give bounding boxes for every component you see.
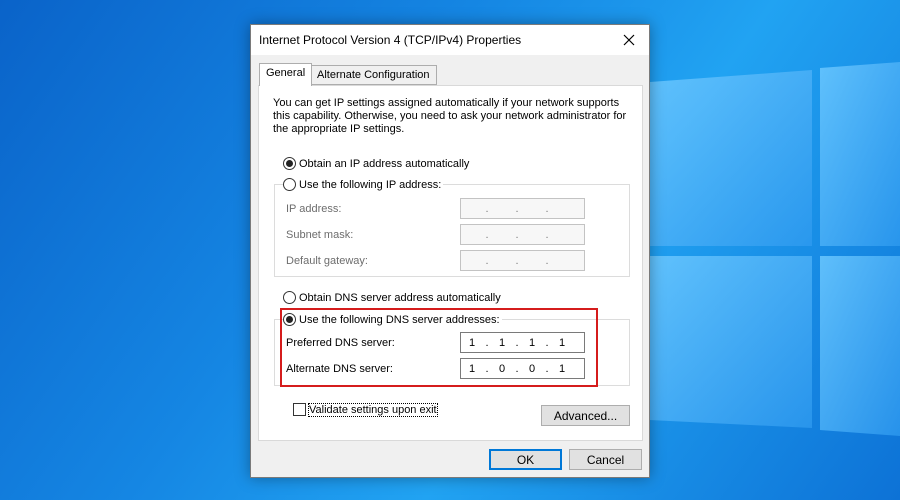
obtain-ip-auto-label: Obtain an IP address automatically — [299, 157, 470, 170]
tab-general[interactable]: General — [259, 63, 313, 86]
checkbox-indicator — [293, 403, 306, 416]
ip-address-label: IP address: — [286, 203, 342, 215]
advanced-button[interactable]: Advanced... — [541, 405, 630, 426]
alternate-dns-octet-3: 0 — [528, 362, 536, 375]
radio-selected-indicator — [283, 157, 296, 170]
tab-general-label: General — [266, 67, 306, 79]
preferred-dns-input[interactable]: 1.1.1.1 — [460, 332, 585, 353]
preferred-dns-octet-1: 1 — [468, 336, 476, 349]
validate-settings-label: Validate settings upon exit — [308, 402, 438, 417]
preferred-dns-octet-3: 1 — [528, 336, 536, 349]
title-bar[interactable]: Internet Protocol Version 4 (TCP/IPv4) P… — [251, 25, 649, 55]
subnet-mask-label: Subnet mask: — [286, 229, 354, 241]
advanced-button-label: Advanced... — [553, 408, 618, 423]
default-gateway-label: Default gateway: — [286, 255, 368, 267]
radio-unselected-indicator — [283, 291, 296, 304]
radio-unselected-indicator — [283, 178, 296, 191]
preferred-dns-label: Preferred DNS server: — [286, 337, 395, 349]
subnet-mask-input: ... — [460, 224, 585, 245]
close-icon — [623, 34, 635, 46]
default-gateway-input: ... — [460, 250, 585, 271]
use-following-ip-radio[interactable]: Use the following IP address: — [283, 178, 444, 191]
tcpip-properties-dialog: Internet Protocol Version 4 (TCP/IPv4) P… — [250, 24, 650, 478]
cancel-button[interactable]: Cancel — [569, 449, 642, 470]
preferred-dns-octet-4: 1 — [558, 336, 566, 349]
ok-button[interactable]: OK — [489, 449, 562, 470]
use-following-dns-radio[interactable]: Use the following DNS server addresses: — [283, 313, 502, 326]
use-following-ip-label: Use the following IP address: — [299, 178, 442, 191]
use-following-dns-label: Use the following DNS server addresses: — [299, 313, 500, 326]
general-tab-panel: You can get IP settings assigned automat… — [258, 85, 643, 441]
radio-selected-indicator — [283, 313, 296, 326]
obtain-dns-auto-radio[interactable]: Obtain DNS server address automatically — [283, 291, 503, 304]
obtain-dns-auto-label: Obtain DNS server address automatically — [299, 291, 501, 304]
ip-address-input: ... — [460, 198, 585, 219]
alternate-dns-octet-4: 1 — [558, 362, 566, 375]
alternate-dns-label: Alternate DNS server: — [286, 363, 393, 375]
cancel-button-label: Cancel — [586, 452, 625, 467]
close-button[interactable] — [609, 25, 649, 55]
tab-alternate-label: Alternate Configuration — [317, 69, 430, 81]
validate-settings-checkbox[interactable]: Validate settings upon exit — [293, 402, 438, 417]
alternate-dns-octet-1: 1 — [468, 362, 476, 375]
obtain-ip-auto-radio[interactable]: Obtain an IP address automatically — [283, 157, 472, 170]
alternate-dns-input[interactable]: 1.0.0.1 — [460, 358, 585, 379]
ok-button-label: OK — [516, 452, 535, 467]
intro-text: You can get IP settings assigned automat… — [273, 97, 627, 135]
preferred-dns-octet-2: 1 — [498, 336, 506, 349]
dialog-title: Internet Protocol Version 4 (TCP/IPv4) P… — [259, 33, 522, 47]
alternate-dns-octet-2: 0 — [498, 362, 506, 375]
tab-alternate-configuration[interactable]: Alternate Configuration — [310, 65, 437, 85]
